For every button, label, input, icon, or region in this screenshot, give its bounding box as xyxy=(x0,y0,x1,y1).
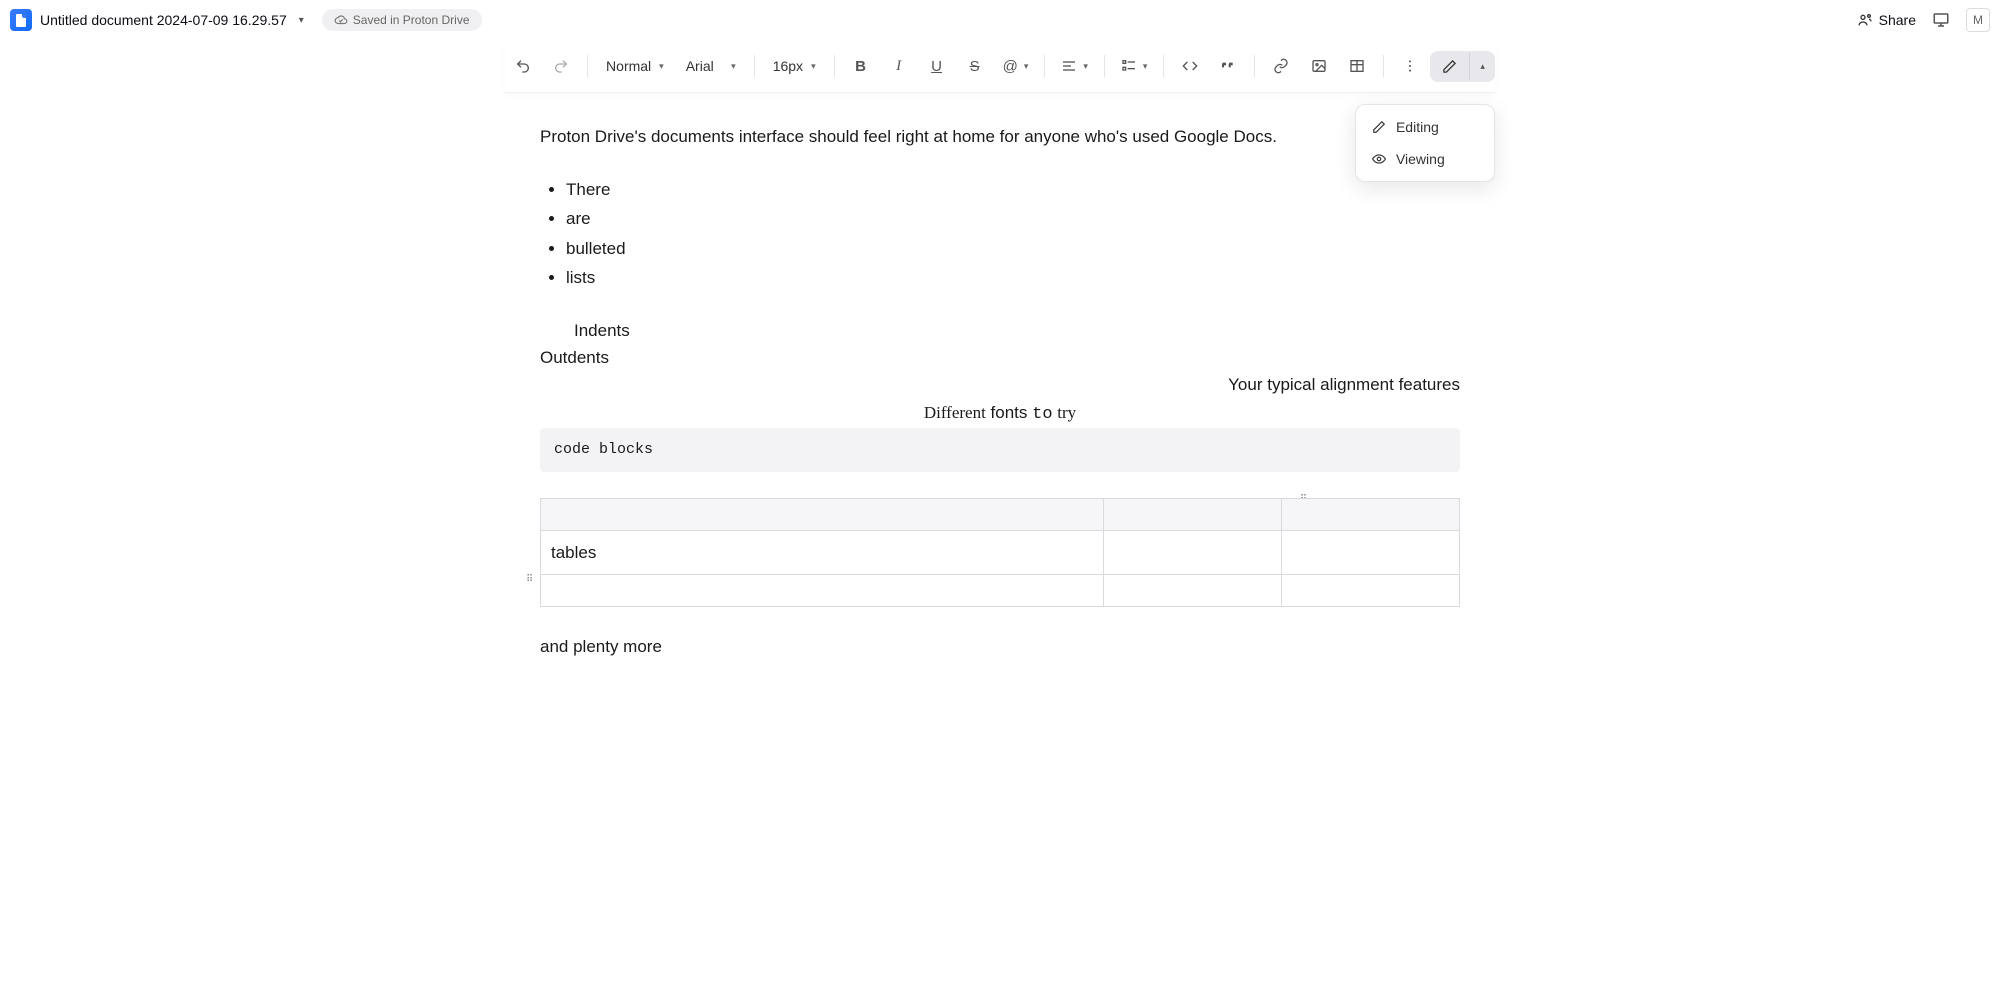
undo-button[interactable] xyxy=(505,48,541,84)
save-status-badge: Saved in Proton Drive xyxy=(322,9,482,31)
table-cell[interactable] xyxy=(541,574,1104,606)
mode-item-editing[interactable]: Editing xyxy=(1362,111,1488,143)
italic-button[interactable]: I xyxy=(881,48,917,84)
pencil-icon xyxy=(1442,59,1457,74)
paragraph-right-aligned[interactable]: Your typical alignment features xyxy=(540,371,1460,398)
strikethrough-button[interactable]: S xyxy=(957,48,993,84)
chevron-down-icon: ▾ xyxy=(659,61,664,72)
document-canvas[interactable]: Proton Drive's documents interface shoul… xyxy=(520,93,1480,720)
table-cell[interactable] xyxy=(1281,530,1459,574)
code-block[interactable]: code blocks xyxy=(540,428,1460,472)
toolbar-separator xyxy=(1254,55,1255,77)
toolbar-separator xyxy=(1044,55,1045,77)
toolbar-separator xyxy=(587,55,588,77)
paragraph[interactable]: Proton Drive's documents interface shoul… xyxy=(540,123,1460,150)
document-title[interactable]: Untitled document 2024-07-09 16.29.57 xyxy=(40,12,287,28)
redo-button[interactable] xyxy=(543,48,579,84)
mode-dropdown-caret[interactable]: ▴ xyxy=(1469,53,1495,80)
table-cell[interactable] xyxy=(1103,574,1281,606)
align-left-icon xyxy=(1061,58,1077,74)
underline-button[interactable]: U xyxy=(919,48,955,84)
eye-icon xyxy=(1372,152,1386,166)
user-avatar[interactable]: M xyxy=(1966,8,1990,32)
bold-button[interactable]: B xyxy=(843,48,879,84)
mode-dropdown-menu: Editing Viewing xyxy=(1355,104,1495,182)
editing-mode-button[interactable]: ▴ xyxy=(1430,51,1495,82)
toolbar-separator xyxy=(834,55,835,77)
document-icon[interactable] xyxy=(10,9,32,31)
table-cell[interactable] xyxy=(1281,574,1459,606)
table-row[interactable]: tables xyxy=(541,530,1460,574)
app-header: Untitled document 2024-07-09 16.29.57 ▾ … xyxy=(0,0,2000,40)
cloud-check-icon xyxy=(334,13,348,27)
chevron-down-icon: ▾ xyxy=(1024,61,1029,72)
mode-item-viewing[interactable]: Viewing xyxy=(1362,143,1488,175)
paragraph[interactable]: Outdents xyxy=(540,344,1460,371)
pencil-icon xyxy=(1372,120,1386,134)
list-item[interactable]: are xyxy=(566,205,1460,232)
chevron-down-icon: ▾ xyxy=(731,61,736,72)
image-button[interactable] xyxy=(1301,48,1337,84)
table-header-cell[interactable] xyxy=(1281,498,1459,530)
code-button[interactable] xyxy=(1172,48,1208,84)
paragraph-centered[interactable]: Different fonts to try xyxy=(540,399,1460,428)
paragraph[interactable]: and plenty more xyxy=(540,633,1460,660)
table-cell[interactable]: tables xyxy=(541,530,1104,574)
chevron-down-icon: ▾ xyxy=(811,61,816,72)
row-drag-handle-icon[interactable]: ⠿ xyxy=(526,572,536,582)
table-cell[interactable] xyxy=(1103,530,1281,574)
quote-button[interactable] xyxy=(1210,48,1246,84)
table-row[interactable] xyxy=(541,574,1460,606)
mention-button[interactable]: @ ▾ xyxy=(995,48,1037,84)
bulleted-list[interactable]: There are bulleted lists xyxy=(540,176,1460,291)
link-button[interactable] xyxy=(1263,48,1299,84)
presentation-mode-button[interactable] xyxy=(1930,9,1952,31)
toolbar-separator xyxy=(754,55,755,77)
table-header-cell[interactable] xyxy=(541,498,1104,530)
save-status-text: Saved in Proton Drive xyxy=(353,13,470,27)
table-button[interactable] xyxy=(1339,48,1375,84)
list-item[interactable]: There xyxy=(566,176,1460,203)
share-icon xyxy=(1857,12,1873,28)
share-label: Share xyxy=(1879,12,1916,28)
table-header-cell[interactable] xyxy=(1103,498,1281,530)
align-button[interactable]: ▾ xyxy=(1053,48,1096,84)
title-dropdown-icon[interactable]: ▾ xyxy=(295,15,308,26)
document-table[interactable]: tables xyxy=(540,498,1460,607)
list-item[interactable]: bulleted xyxy=(566,235,1460,262)
table-container: ⠿ tables ⠿ xyxy=(540,498,1460,607)
toolbar-separator xyxy=(1104,55,1105,77)
share-button[interactable]: Share xyxy=(1857,12,1916,28)
font-family-select[interactable]: Arial ▾ xyxy=(676,48,746,84)
toolbar-separator xyxy=(1383,55,1384,77)
paragraph-indented[interactable]: Indents xyxy=(540,317,1460,344)
more-options-button[interactable] xyxy=(1392,48,1428,84)
list-button[interactable]: ▾ xyxy=(1113,48,1156,84)
header-right: Share M xyxy=(1857,8,1990,32)
chevron-down-icon: ▾ xyxy=(1083,61,1088,72)
paragraph-style-select[interactable]: Normal ▾ xyxy=(596,48,674,84)
table-row[interactable] xyxy=(541,498,1460,530)
font-size-select[interactable]: 16px ▾ xyxy=(763,48,826,84)
header-left: Untitled document 2024-07-09 16.29.57 ▾ … xyxy=(10,9,482,31)
checklist-icon xyxy=(1121,58,1137,74)
formatting-toolbar: Normal ▾ Arial ▾ 16px ▾ B I U S @ ▾ xyxy=(505,40,1495,93)
at-icon: @ xyxy=(1003,58,1018,75)
chevron-down-icon: ▾ xyxy=(1143,61,1148,72)
toolbar-separator xyxy=(1163,55,1164,77)
list-item[interactable]: lists xyxy=(566,264,1460,291)
